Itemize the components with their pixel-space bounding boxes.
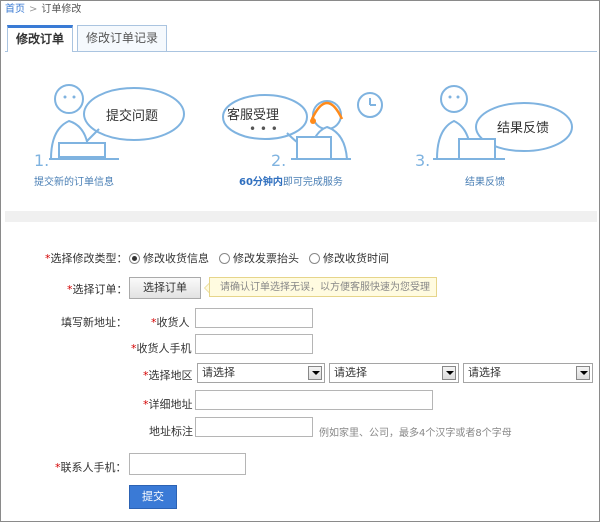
step-result-feedback: 3. 结果反馈 结果反馈 [409,59,599,199]
step-caption-rest: 即可完成服务 [282,177,343,188]
radio-label: 修改收货信息 [143,252,209,265]
modify-type-radio-group: 修改收货信息 修改发票抬头 修改收货时间 [129,250,389,266]
modify-type-label-text: 选择修改类型： [50,252,128,265]
region-label: *选择地区 [143,369,193,382]
select-order-tip: 请确认订单选择无误，以方便客服快速为您受理 [204,277,437,297]
receiver-phone-input[interactable] [195,334,313,354]
radio-unselected-icon[interactable] [219,252,230,264]
radio-modify-delivery-time[interactable]: 修改收货时间 [309,250,389,266]
receiver-label: *收货人 [151,316,190,329]
radio-label: 修改发票抬头 [233,252,299,265]
region-city-select[interactable]: 请选择 [329,363,459,383]
radio-modify-invoice-title[interactable]: 修改发票抬头 [219,250,299,266]
radio-label: 修改收货时间 [323,252,389,265]
step-number: 2. [271,151,286,170]
step-caption-bold: 60分钟内 [239,177,283,188]
step-bubble-text: 提交问题 [106,108,158,124]
tab-modify-order[interactable]: 修改订单 [7,25,74,52]
dropdown-arrow-icon[interactable] [576,366,590,380]
process-steps: 1. 提交问题 提交新的订单信息 2. 客服受理 • • • 60分钟内即可完成… [5,59,597,199]
region-province-select[interactable]: 请选择 [197,363,325,383]
contact-phone-label: *联系人手机： [55,461,127,474]
breadcrumb-home-link[interactable]: 首页 [5,4,25,15]
step-caption: 60分钟内即可完成服务 [239,173,343,188]
breadcrumb-current: 订单修改 [41,4,82,15]
select-value: 请选择 [202,366,235,379]
step-caption: 结果反馈 [465,177,505,188]
address-tag-input[interactable] [195,417,313,437]
dropdown-arrow-icon[interactable] [308,366,322,380]
ellipsis-text: • • • [249,122,278,136]
person-computer-illustration-1: 1. 提交问题 [34,84,185,170]
address-tag-label: 地址标注 [149,425,193,438]
step-customer-service: 2. 客服受理 • • • 60分钟内即可完成服务 [215,59,405,199]
tab-modify-order-history[interactable]: 修改订单记录 [77,25,168,51]
receiver-input[interactable] [195,308,313,328]
modify-type-label: *选择修改类型： [45,252,128,265]
select-order-button[interactable]: 选择订单 [129,277,201,299]
step-submit-issue: 1. 提交问题 提交新的订单信息 [29,59,219,199]
page-frame: 首页 > 订单修改 修改订单 修改订单记录 1. 提交问题 提交新的订单信息 2… [0,0,600,522]
select-value: 请选择 [468,366,501,379]
detail-address-label: *详细地址 [143,398,193,411]
receiver-phone-label: *收货人手机 [131,342,192,355]
submit-button[interactable]: 提交 [129,485,177,509]
detail-address-input[interactable] [195,390,433,410]
new-address-label: 填写新地址： [61,316,127,329]
contact-phone-input[interactable] [129,453,246,475]
step-number: 1. [34,151,49,170]
section-divider [5,211,597,222]
step-bubble-text: 结果反馈 [497,121,549,136]
address-tag-hint: 例如家里、公司，最多4个汉字或者8个字母 [319,428,512,439]
radio-unselected-icon[interactable] [309,252,320,264]
select-value: 请选择 [334,366,367,379]
radio-modify-shipping-info[interactable]: 修改收货信息 [129,250,209,266]
dropdown-arrow-icon[interactable] [442,366,456,380]
breadcrumb: 首页 > 订单修改 [5,2,81,18]
tab-bar: 修改订单 修改订单记录 [5,25,597,52]
breadcrumb-separator: > [29,4,38,15]
person-headset-illustration: 2. 客服受理 • • • [222,92,383,170]
step-caption: 提交新的订单信息 [34,177,114,188]
region-district-select[interactable]: 请选择 [463,363,593,383]
person-computer-illustration-3: 3. 结果反馈 [415,85,573,170]
step-bubble-text: 客服受理 [227,107,279,123]
radio-selected-icon[interactable] [129,252,140,264]
step-number: 3. [415,151,430,170]
select-order-label: *选择订单： [67,283,128,296]
